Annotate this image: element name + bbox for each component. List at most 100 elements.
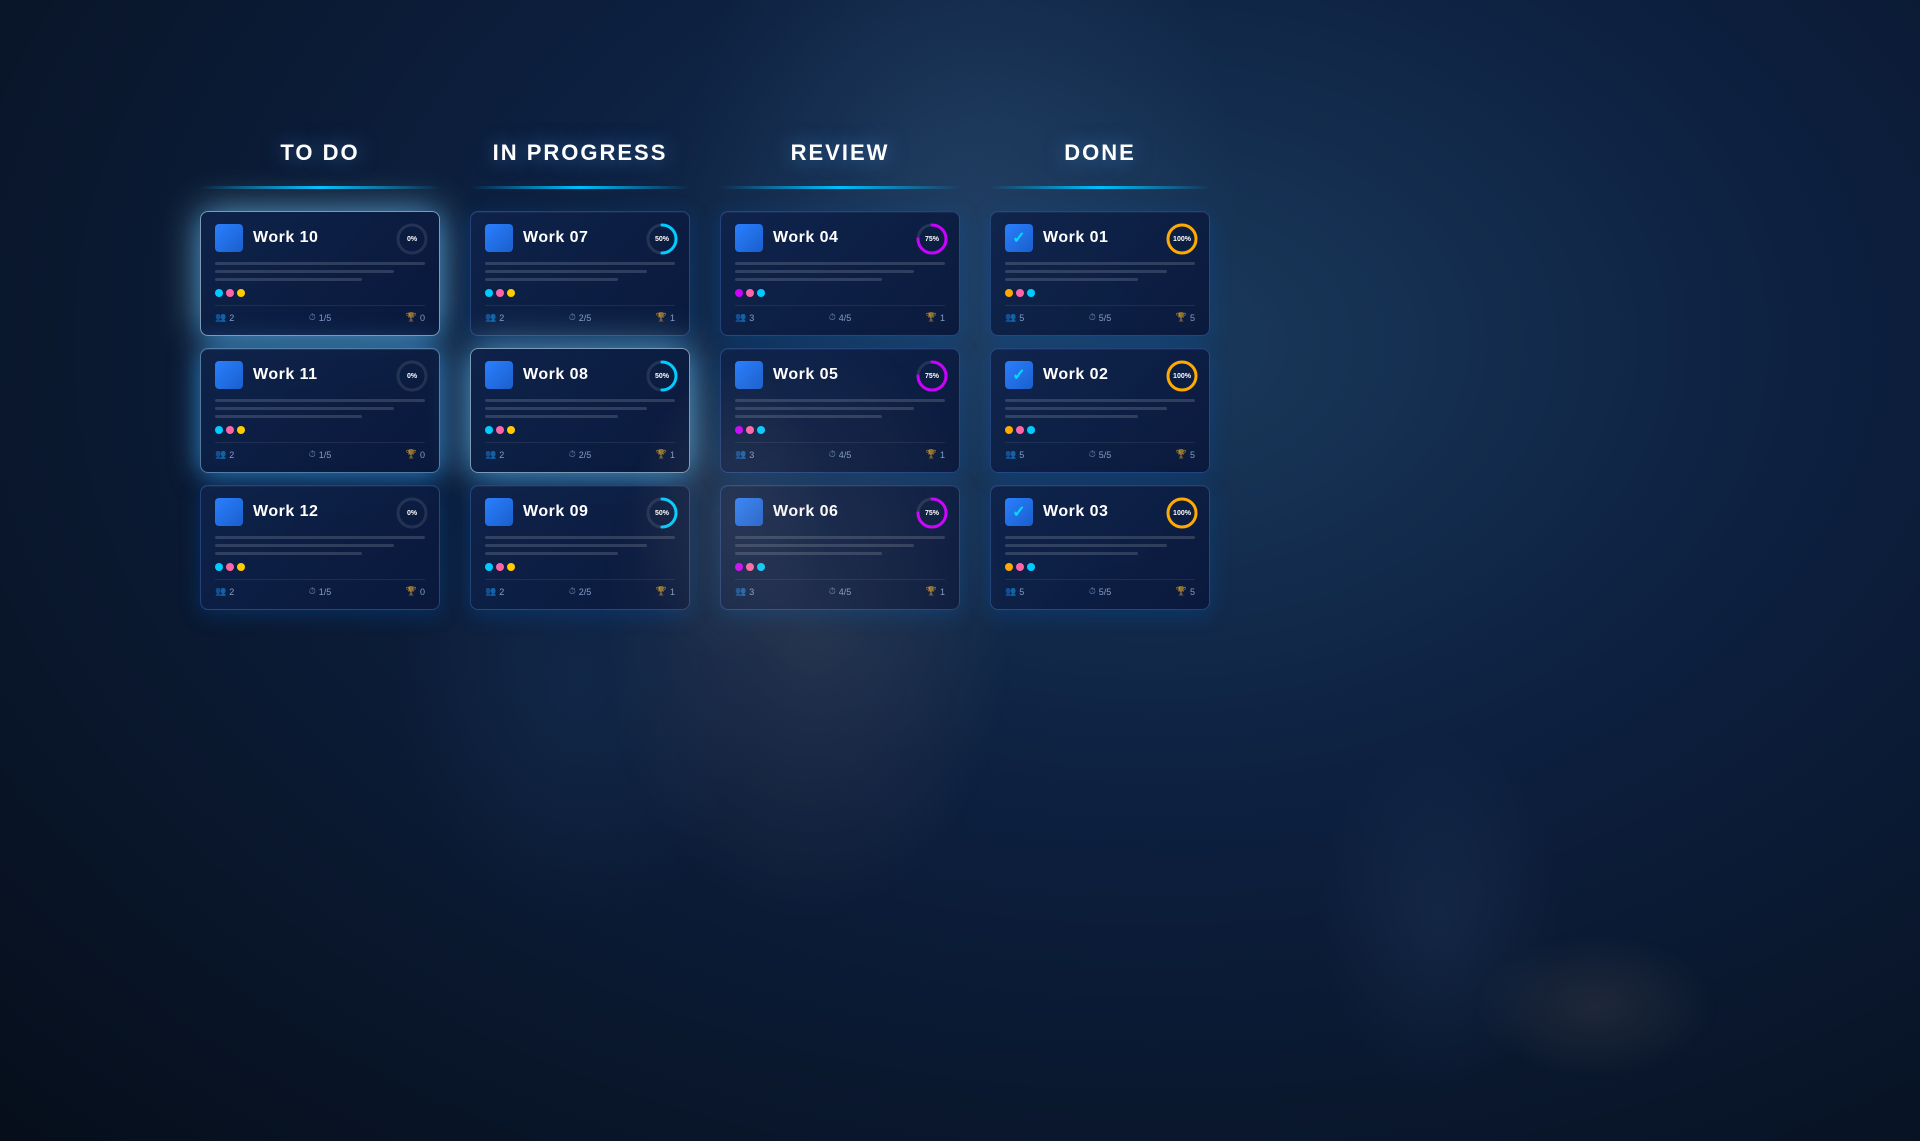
line1	[485, 536, 675, 539]
column-inprogress-underline	[470, 186, 690, 189]
progress-text-work03: 100%	[1165, 496, 1199, 530]
dot2	[496, 426, 504, 434]
footer-trophy: 🏆 1	[926, 312, 945, 323]
progress-badge-work04: 75%	[915, 222, 949, 256]
footer-trophy: 🏆 5	[1176, 449, 1195, 460]
card-icon-work12	[215, 498, 243, 526]
tasks-count: 1/5	[319, 450, 332, 460]
color-dots-work05	[735, 426, 945, 434]
line2	[735, 270, 914, 273]
column-inprogress: IN PROGRESS Work 07 50%	[470, 140, 690, 610]
card-work06[interactable]: Work 06 75% 👥	[720, 485, 960, 610]
card-work05[interactable]: Work 05 75% 👥	[720, 348, 960, 473]
footer-tasks: ⏱ 5/5	[1089, 586, 1112, 597]
progress-text-work11: 0%	[395, 359, 429, 393]
people-icon: 👥	[735, 312, 746, 323]
card-footer-work08: 👥 2 ⏱ 2/5 🏆 1	[485, 442, 675, 460]
card-footer-work05: 👥 3 ⏱ 4/5 🏆 1	[735, 442, 945, 460]
people-icon: 👥	[215, 586, 226, 597]
card-work12[interactable]: Work 12 0% 👥	[200, 485, 440, 610]
column-review: REVIEW Work 04 75%	[720, 140, 960, 610]
footer-people: 👥 2	[215, 586, 234, 597]
dot2	[226, 426, 234, 434]
line3	[735, 278, 882, 281]
trophy-icon: 🏆	[926, 449, 937, 460]
card-icon-work03: ✓	[1005, 498, 1033, 526]
trophy-count: 1	[940, 313, 945, 323]
footer-trophy: 🏆 0	[406, 449, 425, 460]
line3	[735, 552, 882, 555]
card-work09[interactable]: Work 09 50% 👥	[470, 485, 690, 610]
card-lines-work02	[1005, 399, 1195, 418]
trophy-count: 1	[670, 587, 675, 597]
card-work10[interactable]: Work 10 0% 👥	[200, 211, 440, 336]
footer-people: 👥 5	[1005, 449, 1024, 460]
line1	[215, 399, 425, 402]
column-done: DONE ✓ Work 01 100%	[990, 140, 1210, 610]
footer-tasks: ⏱ 5/5	[1089, 312, 1112, 323]
people-icon: 👥	[485, 449, 496, 460]
trophy-count: 5	[1190, 313, 1195, 323]
line3	[485, 278, 618, 281]
tasks-icon: ⏱	[829, 449, 836, 460]
tasks-count: 2/5	[579, 313, 592, 323]
card-work08[interactable]: Work 08 50% 👥	[470, 348, 690, 473]
people-icon: 👥	[735, 449, 746, 460]
line3	[485, 552, 618, 555]
line1	[485, 262, 675, 265]
card-work11[interactable]: Work 11 0% 👥	[200, 348, 440, 473]
progress-text-work10: 0%	[395, 222, 429, 256]
card-title-work12: Work 12	[253, 503, 318, 521]
card-icon-work11	[215, 361, 243, 389]
card-work03[interactable]: ✓ Work 03 100%	[990, 485, 1210, 610]
progress-badge-work09: 50%	[645, 496, 679, 530]
line2	[735, 544, 914, 547]
footer-people: 👥 5	[1005, 312, 1024, 323]
tasks-count: 1/5	[319, 587, 332, 597]
trophy-icon: 🏆	[1176, 586, 1187, 597]
dot2	[746, 563, 754, 571]
tasks-count: 1/5	[319, 313, 332, 323]
trophy-count: 0	[420, 450, 425, 460]
card-title-work01: Work 01	[1043, 229, 1108, 247]
footer-trophy: 🏆 5	[1176, 586, 1195, 597]
dot3	[507, 563, 515, 571]
card-work02[interactable]: ✓ Work 02 100%	[990, 348, 1210, 473]
people-icon: 👥	[1005, 586, 1016, 597]
progress-badge-work11: 0%	[395, 359, 429, 393]
tasks-count: 4/5	[839, 450, 852, 460]
line2	[215, 407, 394, 410]
card-lines-work03	[1005, 536, 1195, 555]
dot1	[1005, 563, 1013, 571]
trophy-count: 0	[420, 587, 425, 597]
card-footer-work12: 👥 2 ⏱ 1/5 🏆 0	[215, 579, 425, 597]
trophy-count: 1	[670, 450, 675, 460]
card-title-work02: Work 02	[1043, 366, 1108, 384]
line1	[485, 399, 675, 402]
card-lines-work08	[485, 399, 675, 418]
card-lines-work04	[735, 262, 945, 281]
dot3	[757, 289, 765, 297]
card-title-work09: Work 09	[523, 503, 588, 521]
card-work04[interactable]: Work 04 75% 👥	[720, 211, 960, 336]
trophy-icon: 🏆	[1176, 449, 1187, 460]
dot1	[1005, 289, 1013, 297]
trophy-icon: 🏆	[656, 449, 667, 460]
dot2	[746, 426, 754, 434]
card-work07[interactable]: Work 07 50% 👥	[470, 211, 690, 336]
card-work01[interactable]: ✓ Work 01 100%	[990, 211, 1210, 336]
footer-tasks: ⏱ 1/5	[309, 449, 332, 460]
footer-trophy: 🏆 1	[926, 586, 945, 597]
people-count: 5	[1019, 313, 1024, 323]
checkmark-work01: ✓	[1012, 228, 1025, 248]
footer-trophy: 🏆 1	[926, 449, 945, 460]
people-count: 2	[499, 587, 504, 597]
dot2	[1016, 426, 1024, 434]
people-icon: 👥	[215, 312, 226, 323]
card-title-work07: Work 07	[523, 229, 588, 247]
footer-trophy: 🏆 1	[656, 312, 675, 323]
line1	[735, 262, 945, 265]
kanban-board: TO DO Work 10 0%	[200, 140, 1880, 610]
trophy-icon: 🏆	[656, 312, 667, 323]
people-count: 2	[499, 313, 504, 323]
